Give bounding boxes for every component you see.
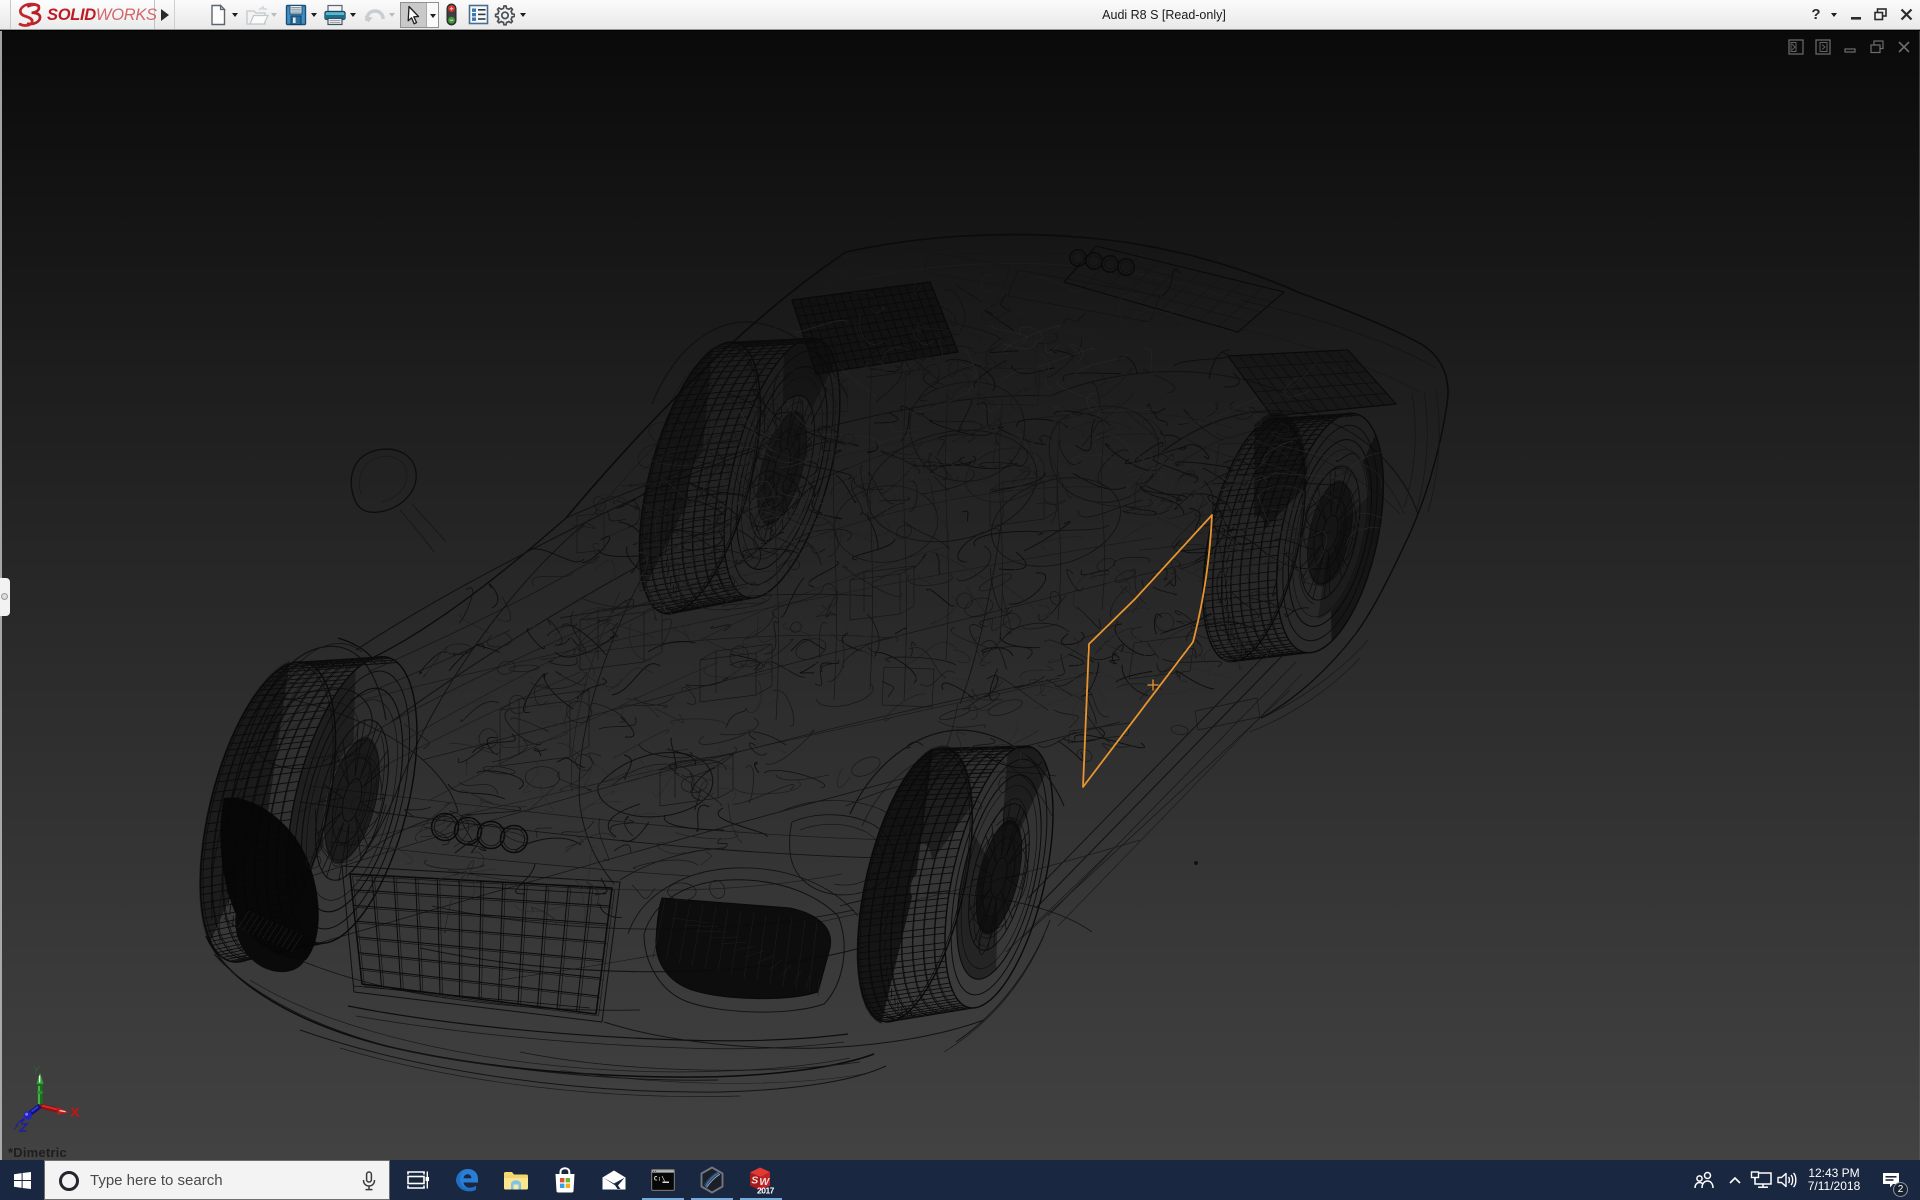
edge-icon[interactable] <box>454 1167 480 1193</box>
xpress-products-icon[interactable] <box>446 3 457 26</box>
task-view-icon[interactable] <box>407 1170 429 1190</box>
doc-restore-icon <box>1869 39 1885 55</box>
open-caret[interactable] <box>271 13 277 17</box>
save-caret[interactable] <box>311 13 317 17</box>
new-document-icon[interactable] <box>208 4 228 26</box>
search-box[interactable]: Type here to search <box>44 1160 390 1200</box>
doc-pane-right-icon <box>1815 39 1831 55</box>
taskbar-task-view[interactable] <box>396 1160 440 1200</box>
taskbar: Type here to search C:\ SW2017 12:43 PM … <box>0 1160 1920 1200</box>
undo-icon[interactable] <box>362 6 386 26</box>
orientation-triad: Y <box>14 1064 80 1131</box>
ds-logo <box>15 1 51 29</box>
restore-button[interactable] <box>1869 0 1891 29</box>
svg-text:C:\: C:\ <box>654 1175 666 1183</box>
doc-pane-left-icon <box>1788 39 1804 55</box>
sw-year-label: 2017 <box>757 1186 775 1195</box>
brand-works: WORKS <box>96 6 157 24</box>
view-orientation-label: *Dimetric <box>8 1145 67 1160</box>
print-icon[interactable] <box>323 4 347 26</box>
file-explorer-icon[interactable] <box>503 1169 529 1191</box>
help-icon[interactable]: ? <box>1811 6 1820 23</box>
taskbar-store[interactable] <box>543 1160 587 1200</box>
print-caret[interactable] <box>350 13 356 17</box>
doc-restore-button[interactable] <box>1868 38 1885 55</box>
doc-minimize-icon <box>1843 40 1857 54</box>
tray-chevron-button[interactable] <box>1722 1160 1748 1200</box>
minimize-icon <box>1850 9 1862 21</box>
taskbar-file-explorer[interactable] <box>494 1160 538 1200</box>
start-button[interactable] <box>0 1160 44 1200</box>
help-caret[interactable] <box>1831 13 1837 17</box>
search-placeholder: Type here to search <box>90 1161 223 1199</box>
cortana-icon <box>59 1171 79 1191</box>
solidworks-taskbar-icon[interactable]: SW2017 <box>746 1166 776 1194</box>
doc-pane-left-button[interactable] <box>1787 38 1804 55</box>
settings-gear-icon[interactable] <box>493 4 515 26</box>
new-document-button[interactable] <box>208 4 228 31</box>
graphics-viewport[interactable]: Y *Dimetric <box>0 31 1920 1160</box>
doc-minimize-button[interactable] <box>1841 38 1858 55</box>
new-document-caret[interactable] <box>232 13 238 17</box>
tray-chevron-icon[interactable] <box>1728 1175 1742 1185</box>
clock-date: 7/11/2018 <box>1808 1180 1861 1193</box>
undo-button[interactable] <box>362 6 386 31</box>
restore-icon <box>1874 8 1887 21</box>
open-icon[interactable] <box>245 5 269 27</box>
save-icon[interactable] <box>285 4 307 26</box>
close-icon <box>1900 8 1913 21</box>
save-button[interactable] <box>285 4 307 31</box>
network-icon[interactable] <box>1750 1171 1772 1189</box>
flyout-arrow-icon <box>161 9 169 21</box>
microphone-icon[interactable] <box>361 1171 377 1191</box>
taskbar-solidworks-2017[interactable]: SW2017 <box>739 1160 783 1200</box>
toolbar-flyout-button[interactable] <box>156 0 175 29</box>
command-prompt-icon[interactable]: C:\ <box>650 1168 676 1192</box>
undo-caret[interactable] <box>389 13 395 17</box>
open-button[interactable] <box>245 5 269 32</box>
taskbar-command-prompt[interactable]: C:\ <box>641 1160 685 1200</box>
notification-badge: 2 <box>1893 1182 1908 1197</box>
minimize-button[interactable] <box>1845 0 1867 29</box>
stray-vertex-dot <box>1194 861 1198 865</box>
tray-people-button[interactable] <box>1690 1160 1718 1200</box>
select-caret[interactable] <box>430 14 436 18</box>
doc-pane-right-button[interactable] <box>1814 38 1831 55</box>
window-title: Audi R8 S [Read-only] <box>1014 0 1314 29</box>
print-button[interactable] <box>323 4 347 31</box>
titlebar: SOLIDWORKS Audi R8 S [Read-only] ? <box>0 0 1920 30</box>
people-icon[interactable] <box>1693 1171 1715 1189</box>
screen: SOLIDWORKS Audi R8 S [Read-only] ? Y <box>0 0 1920 1200</box>
options-list-icon[interactable] <box>468 4 489 25</box>
settings-caret[interactable] <box>520 13 526 17</box>
taskbar-mixed-reality-viewer[interactable] <box>690 1160 734 1200</box>
close-button[interactable] <box>1894 0 1918 29</box>
doc-close-icon <box>1897 40 1911 54</box>
select-tool-button[interactable] <box>400 2 439 28</box>
mixed-reality-viewer-icon[interactable] <box>699 1166 725 1194</box>
panel-collapse-tab[interactable] <box>0 578 10 616</box>
volume-icon[interactable] <box>1776 1171 1798 1189</box>
store-icon[interactable] <box>553 1167 577 1193</box>
viewport-canvas[interactable]: Y <box>0 31 1920 1160</box>
taskbar-mail[interactable] <box>592 1160 636 1200</box>
tray-network-button[interactable] <box>1748 1160 1774 1200</box>
solidworks-logo[interactable]: SOLIDWORKS <box>10 0 155 29</box>
taskbar-edge[interactable] <box>445 1160 489 1200</box>
xpress-products-button[interactable] <box>446 3 457 31</box>
select-cursor-icon[interactable] <box>405 5 423 25</box>
options-list-button[interactable] <box>468 4 489 30</box>
settings-button[interactable] <box>493 4 515 31</box>
doc-close-button[interactable] <box>1895 38 1912 55</box>
help-button[interactable]: ? <box>1806 0 1826 29</box>
mail-icon[interactable] <box>601 1169 627 1191</box>
microphone-button[interactable] <box>361 1171 377 1196</box>
panel-tab-dot <box>1 593 8 600</box>
document-window-controls <box>1787 38 1912 55</box>
taskbar-clock[interactable]: 12:43 PM 7/11/2018 <box>1796 1160 1872 1200</box>
start-icon[interactable] <box>14 1172 31 1189</box>
brand-solid: SOLID <box>47 6 96 24</box>
